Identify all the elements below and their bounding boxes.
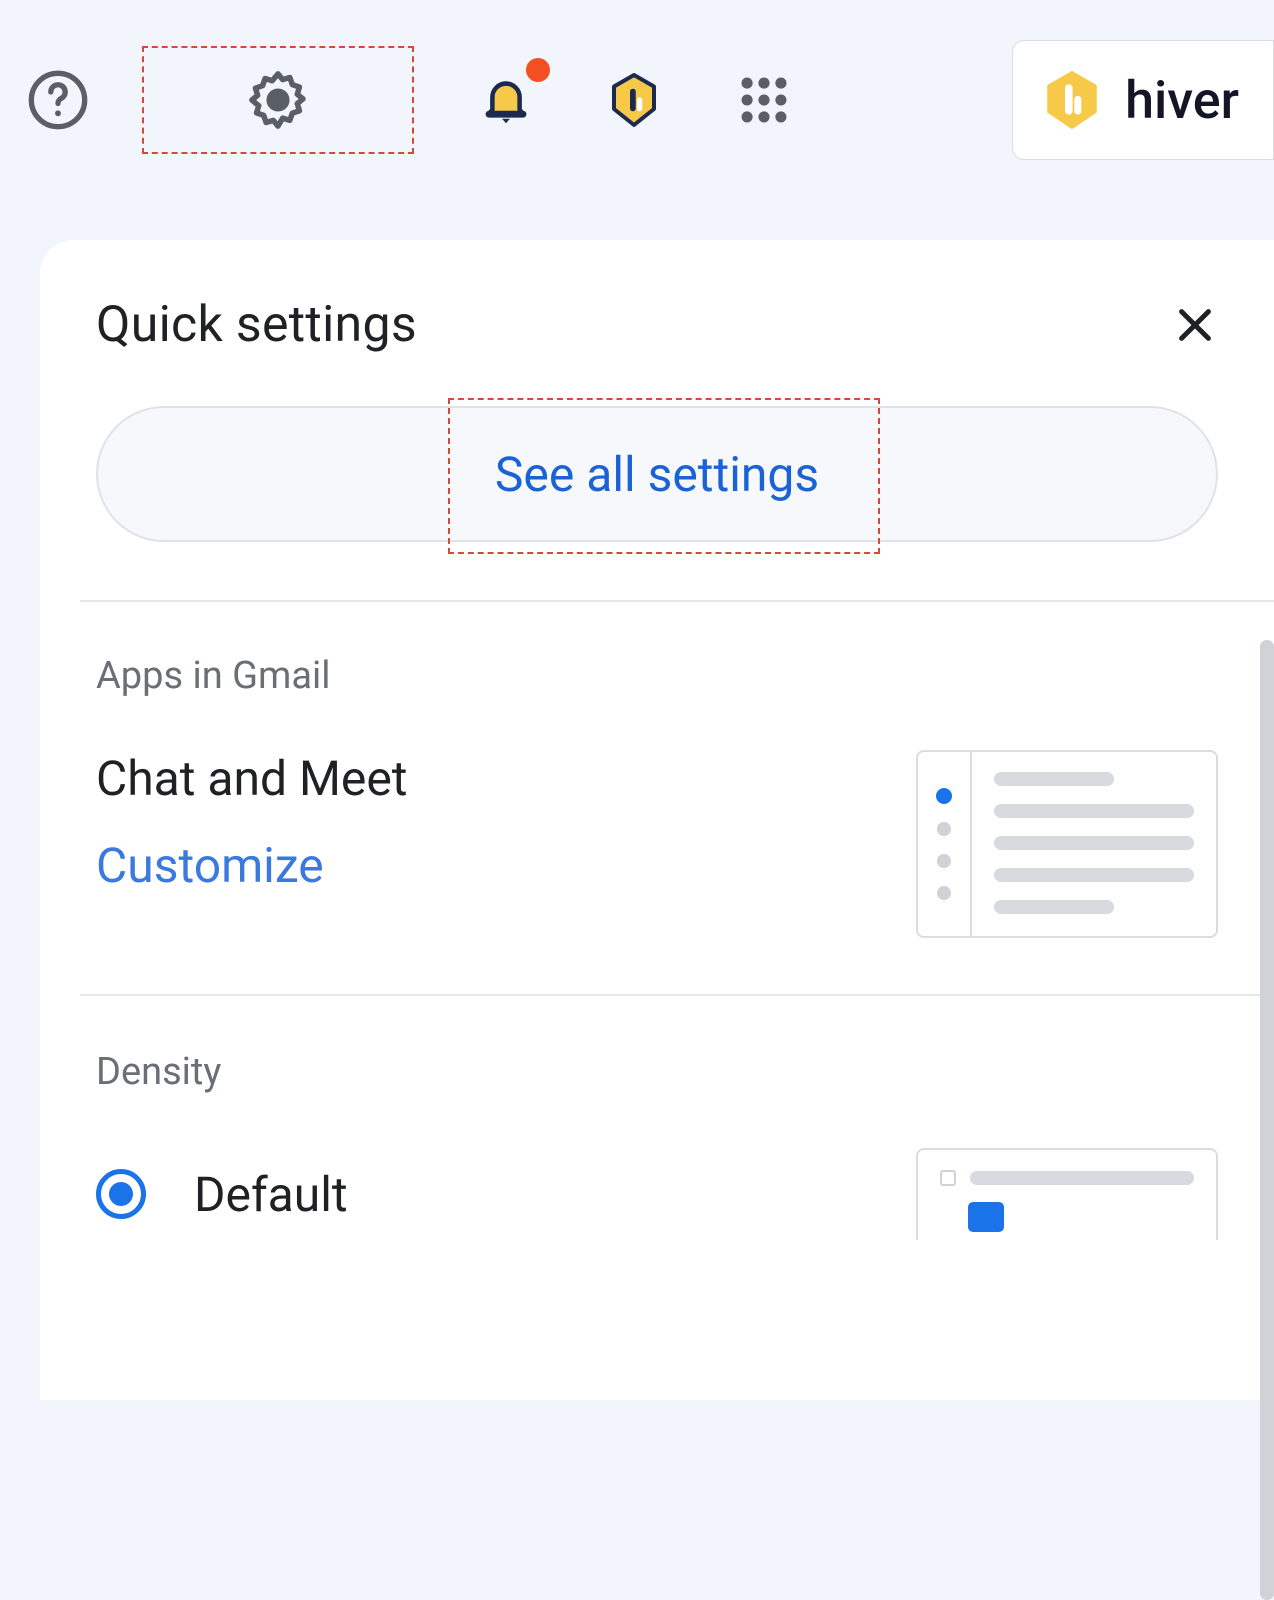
hiver-hexagon-icon[interactable] <box>598 64 670 136</box>
panel-title: Quick settings <box>96 296 417 354</box>
apps-section-label: Apps in Gmail <box>96 654 1218 698</box>
topbar: hiver <box>0 0 1274 190</box>
notification-badge <box>526 58 550 82</box>
density-section-label: Density <box>96 1050 1218 1094</box>
chat-and-meet-label: Chat and Meet <box>96 750 408 807</box>
density-section: Density Default <box>40 996 1274 1240</box>
settings-gear-icon[interactable] <box>242 64 314 136</box>
gear-highlight-box <box>142 46 414 154</box>
apps-in-gmail-section: Apps in Gmail Chat and Meet Customize <box>40 602 1274 994</box>
apps-grid-icon[interactable] <box>728 64 800 136</box>
panel-header: Quick settings <box>40 288 1274 406</box>
notifications-bell-icon[interactable] <box>472 66 540 134</box>
scrollbar[interactable] <box>1260 640 1274 1600</box>
density-preview-thumbnail[interactable] <box>916 1148 1218 1240</box>
help-icon[interactable] <box>22 64 94 136</box>
density-option-label: Default <box>194 1166 348 1223</box>
customize-link[interactable]: Customize <box>96 837 408 894</box>
hiver-account-chip[interactable]: hiver <box>1012 40 1274 160</box>
radio-selected-icon <box>96 1169 146 1219</box>
see-all-wrap: See all settings <box>40 406 1274 600</box>
see-all-settings-button[interactable]: See all settings <box>96 406 1218 542</box>
close-icon[interactable] <box>1172 302 1218 348</box>
hiver-label: hiver <box>1125 70 1239 131</box>
see-all-label: See all settings <box>495 446 819 503</box>
apps-preview-thumbnail[interactable] <box>916 750 1218 938</box>
quick-settings-panel: Quick settings See all settings Apps in … <box>40 240 1274 1400</box>
density-option-default[interactable]: Default <box>96 1166 348 1223</box>
